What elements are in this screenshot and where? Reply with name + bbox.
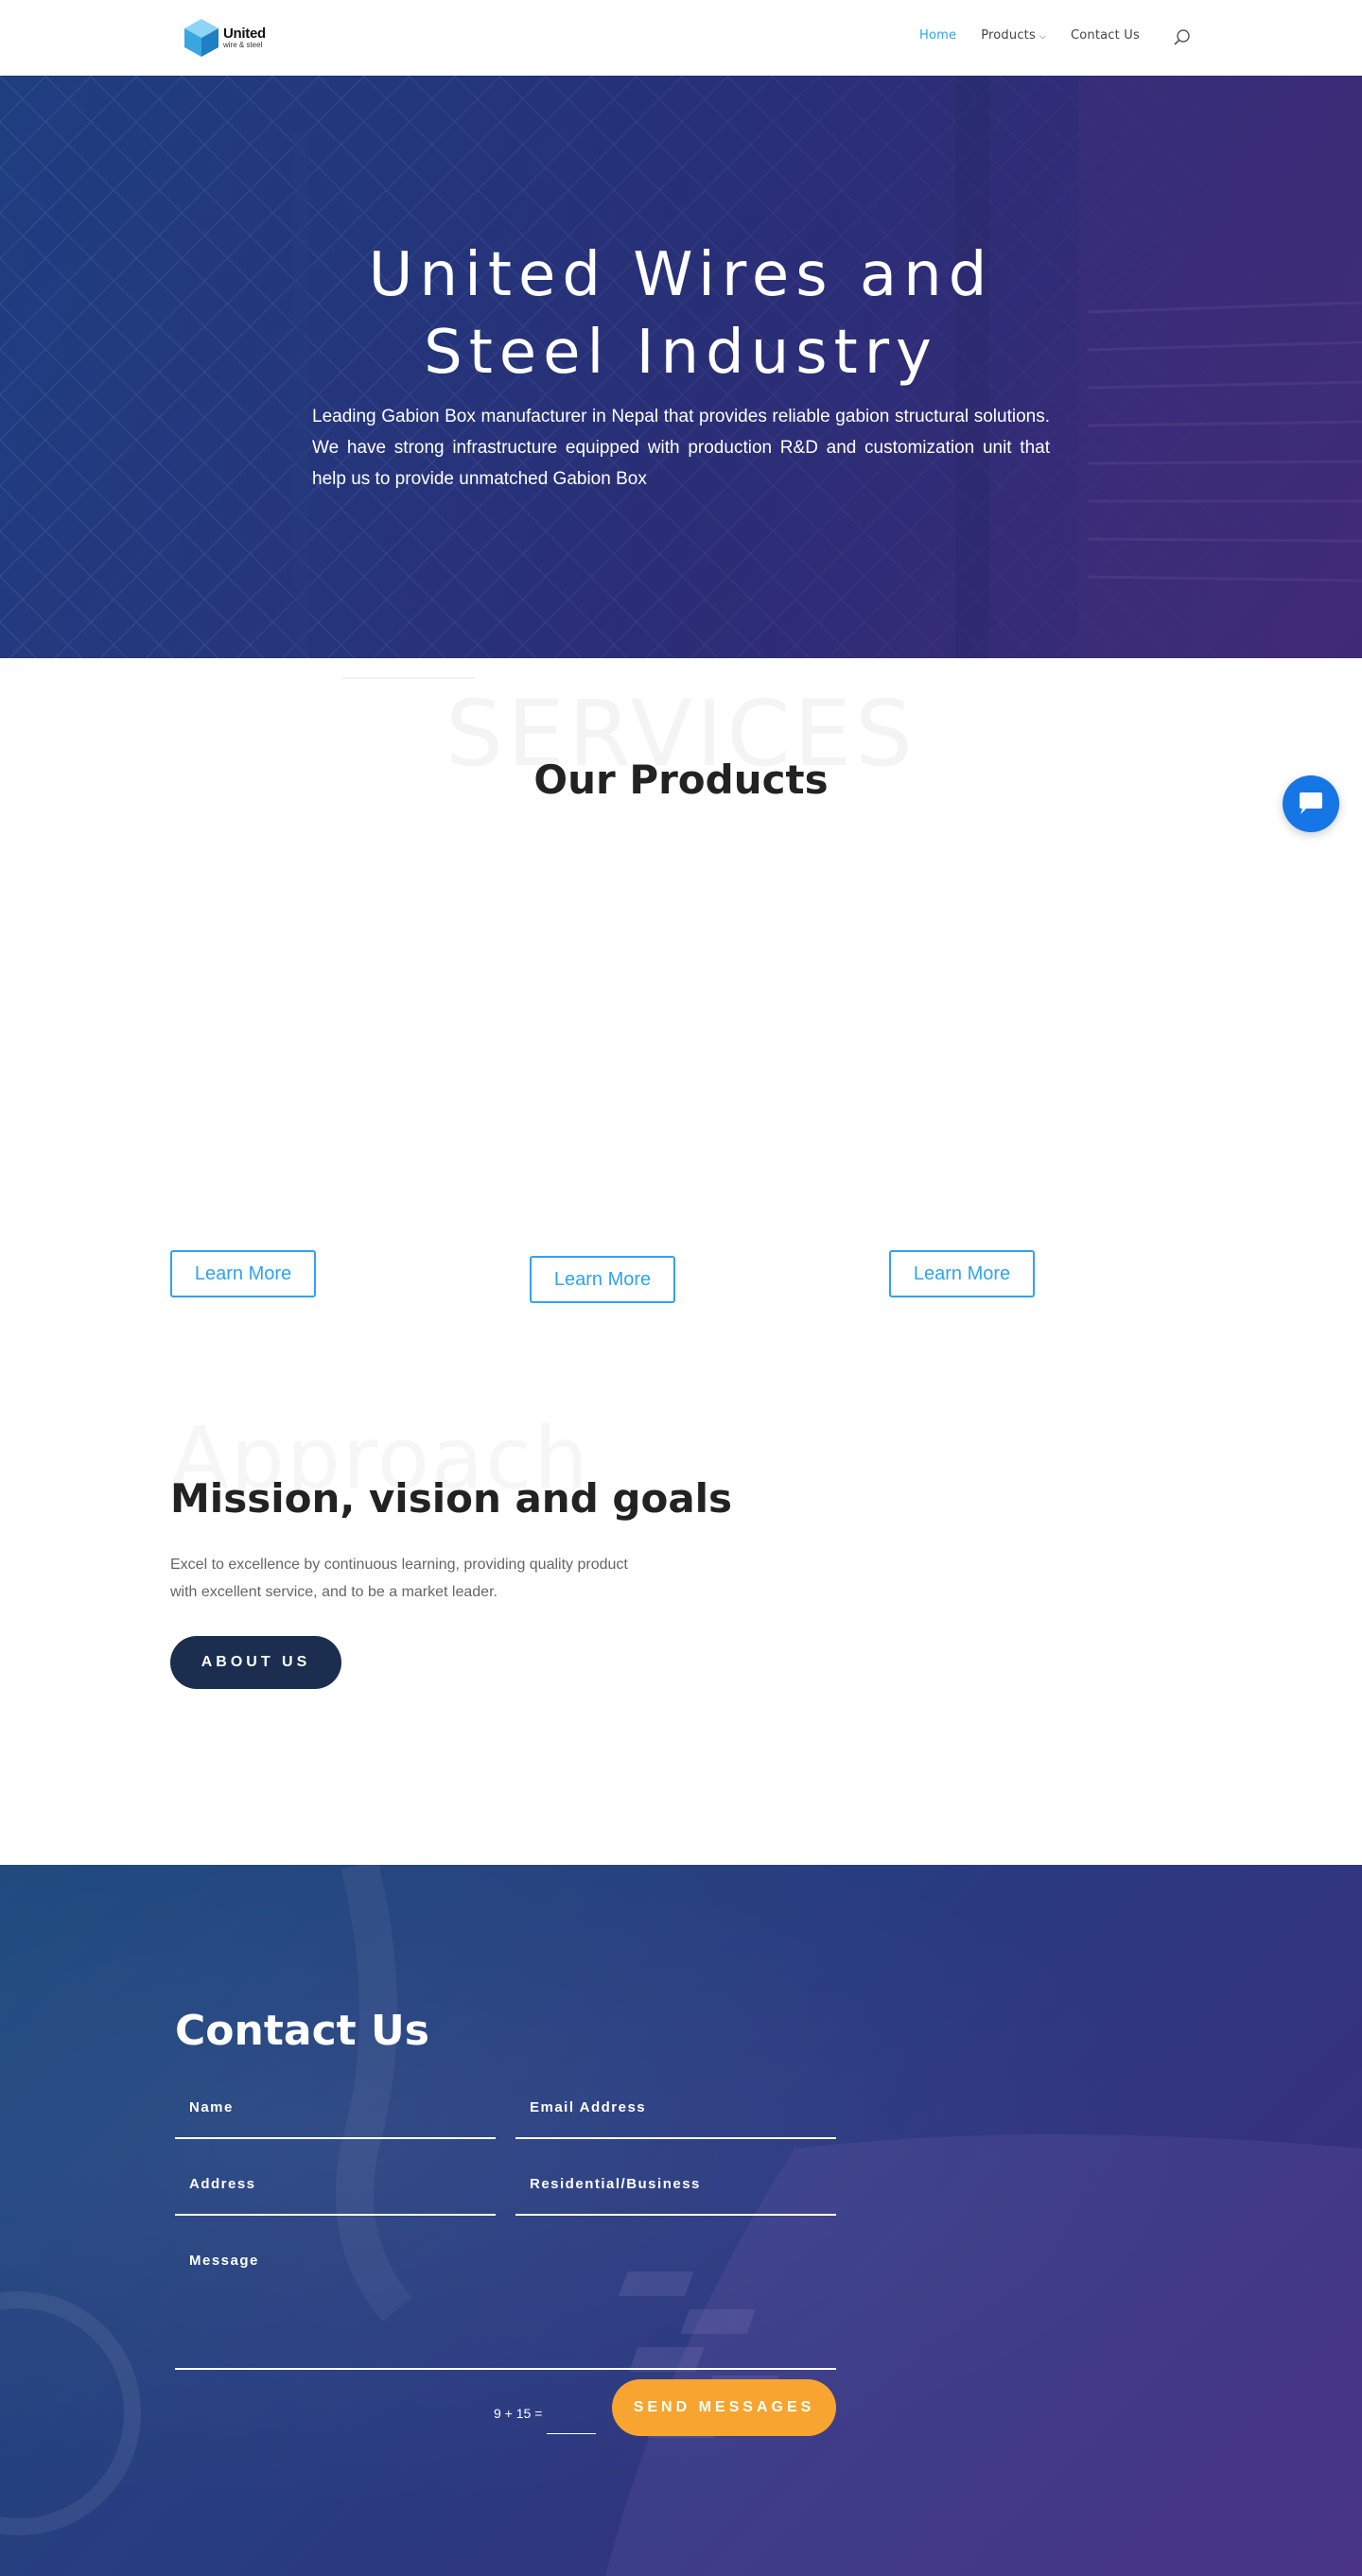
main-nav: Home Products ⌵ Contact Us (919, 28, 1164, 43)
address-field-label: Address (189, 2176, 256, 2192)
logo-subtitle: wire & steel (223, 41, 263, 49)
captcha-input[interactable] (547, 2404, 596, 2434)
logo-cube-icon (184, 19, 218, 57)
learn-more-button-2[interactable]: Learn More (530, 1256, 675, 1303)
site-logo[interactable]: United wire & steel (183, 15, 277, 61)
chat-button[interactable] (1283, 775, 1339, 832)
learn-more-button-1[interactable]: Learn More (170, 1250, 316, 1297)
address-field[interactable]: Address (175, 2167, 496, 2216)
hero-title: United Wires and Steel Industry (368, 240, 994, 388)
section-divider (342, 677, 475, 679)
learn-more-button-3[interactable]: Learn More (889, 1250, 1035, 1297)
nav-products-label: Products (981, 28, 1036, 43)
email-field-label: Email Address (530, 2099, 647, 2115)
nav-contact-us[interactable]: Contact Us (1071, 28, 1140, 43)
chevron-down-icon: ⌵ (1039, 32, 1046, 42)
nav-home[interactable]: Home (919, 28, 956, 43)
residential-business-field-label: Residential/Business (530, 2176, 701, 2192)
hero-section: United Wires and Steel Industry Leading … (0, 76, 1362, 658)
site-header: United wire & steel Home Products ⌵ Conta… (0, 0, 1362, 76)
chat-bubble-icon (1300, 792, 1322, 814)
hero-description: Leading Gabion Box manufacturer in Nepal… (312, 407, 1050, 489)
email-field[interactable]: Email Address (515, 2090, 836, 2139)
search-icon[interactable] (1173, 28, 1192, 47)
mission-text: Excel to excellence by continuous learni… (170, 1557, 628, 1600)
message-field[interactable]: Message (175, 2243, 836, 2370)
logo-name: United (223, 26, 266, 42)
name-field[interactable]: Name (175, 2090, 496, 2139)
captcha-question: 9 + 15 = (494, 2406, 543, 2421)
send-messages-button[interactable]: SEND MESSAGES (612, 2379, 836, 2436)
residential-business-field[interactable]: Residential/Business (515, 2167, 836, 2216)
message-field-label: Message (189, 2253, 259, 2269)
contact-overlay (0, 1865, 1362, 2576)
name-field-label: Name (189, 2099, 234, 2115)
contact-title: Contact Us (175, 2007, 429, 2055)
nav-products[interactable]: Products ⌵ (981, 28, 1046, 43)
mission-title: Mission, vision and goals (170, 1475, 733, 1522)
contact-section: Contact Us Name Email Address Address Re… (0, 1865, 1362, 2576)
about-us-button[interactable]: ABOUT US (170, 1636, 341, 1689)
products-title: Our Products (533, 757, 829, 803)
